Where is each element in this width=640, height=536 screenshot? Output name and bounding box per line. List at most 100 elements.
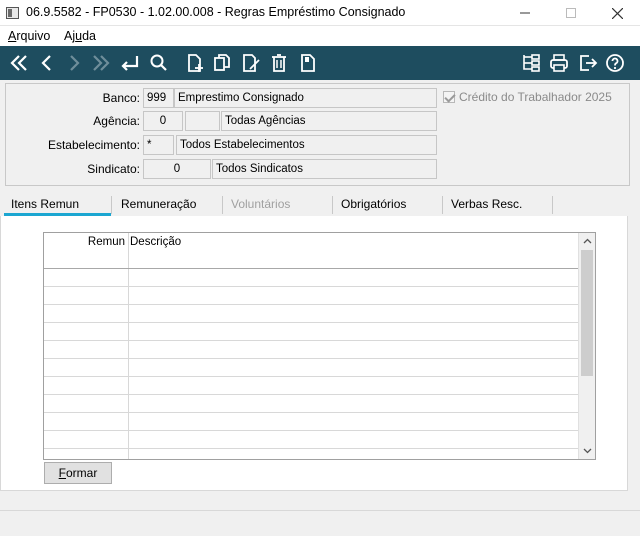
cell-descricao[interactable]: [129, 323, 578, 340]
table-row[interactable]: [44, 359, 578, 377]
cell-remun[interactable]: [44, 359, 129, 376]
cell-remun[interactable]: [44, 395, 129, 412]
minimize-button[interactable]: [502, 0, 548, 26]
cell-remun[interactable]: [44, 413, 129, 430]
cell-remun[interactable]: [44, 377, 129, 394]
exit-button[interactable]: [575, 50, 601, 76]
tab-voluntarios[interactable]: Voluntários: [223, 194, 333, 216]
sindicato-code-field[interactable]: 0: [143, 159, 211, 179]
cell-descricao[interactable]: [129, 341, 578, 358]
enter-button[interactable]: [117, 50, 143, 76]
table-row[interactable]: [44, 449, 578, 459]
credito-checkbox[interactable]: Crédito do Trabalhador 2025: [443, 90, 612, 104]
sindicato-label: Sindicato:: [87, 162, 140, 176]
table-row[interactable]: [44, 269, 578, 287]
maximize-button[interactable]: [548, 0, 594, 26]
agencia-digit-field[interactable]: [185, 111, 220, 131]
column-header-descricao[interactable]: Descrição: [129, 233, 578, 268]
tab-verbas-resc-label: Verbas Resc.: [451, 197, 523, 211]
next-icon: [70, 55, 80, 71]
tab-obrigatorios-label: Obrigatórios: [341, 197, 407, 211]
banco-code-field[interactable]: 999: [143, 88, 174, 108]
banco-label: Banco:: [102, 91, 140, 105]
window-title: 06.9.5582 - FP0530 - 1.02.00.008 - Regra…: [26, 5, 406, 19]
scroll-up-button[interactable]: [579, 233, 595, 249]
cell-remun[interactable]: [44, 287, 129, 304]
tab-obrigatorios[interactable]: Obrigatórios: [333, 194, 442, 216]
copy-button[interactable]: [209, 50, 235, 76]
cell-descricao[interactable]: [129, 413, 578, 430]
print-button[interactable]: [546, 50, 572, 76]
grid-scrollbar[interactable]: [578, 233, 595, 459]
table-row[interactable]: [44, 395, 578, 413]
scroll-thumb[interactable]: [581, 250, 593, 376]
app-icon: [6, 7, 19, 19]
table-row[interactable]: [44, 341, 578, 359]
cell-descricao[interactable]: [129, 377, 578, 394]
cell-remun[interactable]: [44, 449, 129, 459]
previous-button[interactable]: [34, 50, 60, 76]
chevron-down-icon: [583, 448, 592, 454]
cell-descricao[interactable]: [129, 395, 578, 412]
tab-itens-remun[interactable]: Itens Remun: [4, 194, 111, 216]
menu-ajuda-pre: Aj: [64, 29, 76, 43]
chevron-up-icon: [583, 238, 592, 244]
tab-voluntarios-label: Voluntários: [231, 197, 291, 211]
menu-arquivo-rest: rquivo: [16, 29, 51, 43]
help-button[interactable]: [602, 50, 628, 76]
menu-ajuda-rest: da: [82, 29, 96, 43]
delete-button[interactable]: [266, 50, 292, 76]
tab-remuneracao-label: Remuneração: [121, 197, 197, 211]
next-button[interactable]: [61, 50, 87, 76]
table-row[interactable]: [44, 413, 578, 431]
minimize-icon: [520, 12, 530, 14]
cell-remun[interactable]: [44, 323, 129, 340]
first-icon: [10, 55, 27, 71]
agencia-code-field[interactable]: 0: [143, 111, 183, 131]
close-icon: [611, 7, 623, 19]
toolbar: [0, 46, 640, 80]
cell-descricao[interactable]: [129, 359, 578, 376]
tree-button[interactable]: [518, 50, 544, 76]
help-icon: [606, 54, 624, 72]
tab-verbas-resc[interactable]: Verbas Resc.: [443, 194, 552, 216]
last-button[interactable]: [88, 50, 114, 76]
table-row[interactable]: [44, 305, 578, 323]
formar-button[interactable]: Formar: [44, 462, 112, 484]
cell-remun[interactable]: [44, 269, 129, 286]
table-row[interactable]: [44, 323, 578, 341]
table-row[interactable]: [44, 377, 578, 395]
cell-descricao[interactable]: [129, 287, 578, 304]
cell-descricao[interactable]: [129, 431, 578, 448]
checkmark-icon: [443, 91, 455, 103]
new-button[interactable]: [182, 50, 208, 76]
cell-remun[interactable]: [44, 305, 129, 322]
scroll-down-button[interactable]: [579, 443, 595, 459]
edit-button[interactable]: [238, 50, 264, 76]
formar-mnemonic: F: [58, 466, 66, 480]
menu-ajuda[interactable]: Ajuda: [64, 29, 96, 43]
search-icon: [150, 54, 167, 71]
search-button[interactable]: [146, 50, 172, 76]
cell-remun[interactable]: [44, 431, 129, 448]
formar-label-rest: ormar: [66, 466, 98, 480]
cell-descricao[interactable]: [129, 449, 578, 459]
first-button[interactable]: [6, 50, 32, 76]
enter-icon: [121, 56, 139, 71]
column-header-remun[interactable]: Remun: [44, 233, 129, 268]
estabelecimento-label: Estabelecimento:: [47, 138, 140, 152]
tab-divider: [552, 196, 553, 214]
close-button[interactable]: [594, 0, 640, 26]
table-row[interactable]: [44, 287, 578, 305]
menu-arquivo[interactable]: Arquivo: [8, 29, 50, 43]
cell-descricao[interactable]: [129, 269, 578, 286]
tab-remuneracao[interactable]: Remuneração: [112, 194, 222, 216]
edit-icon: [243, 54, 260, 72]
cell-descricao[interactable]: [129, 305, 578, 322]
table-row[interactable]: [44, 431, 578, 449]
estabelecimento-code-field[interactable]: *: [143, 135, 174, 155]
data-grid[interactable]: Remun Descrição: [43, 232, 596, 460]
exit-icon: [580, 55, 598, 71]
cell-remun[interactable]: [44, 341, 129, 358]
paste-button[interactable]: [295, 50, 321, 76]
